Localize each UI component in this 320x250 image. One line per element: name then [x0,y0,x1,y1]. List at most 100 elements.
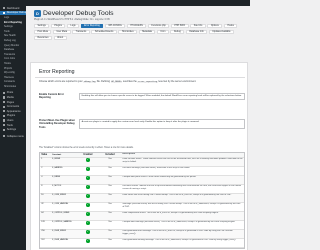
protect-mu-plugin-row: Protect Must-Use Plugin when Uninstallin… [39,119,245,129]
posts-icon [3,91,6,95]
intro-text: Choose which errors are reported to your [39,80,83,83]
table-row[interactable]: 1 E_ERROR ✓ Yes Fatal run-time errors. These… [40,157,244,167]
tab-debug[interactable]: Debug [170,29,185,35]
collapse-menu-icon [3,135,6,138]
enable-custom-error-row: Enable Custom Error Reporting Enabling t… [39,93,245,100]
tab-metadata[interactable]: Metadata [138,29,156,35]
tab-hooks[interactable]: Hooks [223,24,238,29]
protect-mu-plugin-toggle[interactable]: A must-use plugin is created to apply th… [79,119,245,129]
tab-site-info[interactable]: Site Info [190,24,206,29]
tab-updates-available[interactable]: Updates Available [208,29,235,35]
sidebar-item-label: Pages [6,100,15,104]
sidebar-item-label: Comments [6,105,20,109]
table-row[interactable]: 32 E_CORE_WARNING ✓ Yes Warnings (non-fatal … [40,203,244,212]
appearance-icon [3,110,6,113]
sidebar-item-label: Constants [4,80,15,84]
sidebar-item-label: Users [6,119,14,123]
admin-sidebar: DashboardDeveloper Debug ToolsLogsError … [0,6,26,250]
cell-enabled: ✓ [77,230,99,238]
cell-value: 8 [41,185,43,188]
tab-functions-php[interactable]: Functions.php [147,24,170,29]
cell-constant: E_PARSE [52,176,61,179]
cell-included: Yes [108,185,112,188]
sidebar-item-label: Posts [6,91,14,95]
cell-constant: E_USER_WARNING [52,239,69,242]
sidebar-item-label: Database [4,48,15,52]
cell-enabled: ✓ [77,194,99,202]
tab-plugins[interactable]: Plugins [50,24,66,29]
cell-included: Yes [108,239,112,242]
cell-included: Yes [108,230,112,233]
table-row[interactable]: 512 E_USER_WARNING ✓ Yes User-generated warn… [40,239,244,248]
cell-constant: E_USER_ERROR [52,230,66,233]
cell-description: Fatal errors that occur during PHP's ini… [122,194,232,197]
intro-code: debug.log [83,81,97,83]
section-intro: Choose which errors are reported to your… [39,80,196,83]
table-note: The "Enabled" column shows the error lev… [39,147,134,149]
table-row[interactable]: 64 E_COMPILE_ERROR ✓ Yes Fatal compile-time … [40,211,244,221]
tab-user-meta[interactable]: User Meta [52,29,71,35]
tab-shortcodes[interactable]: Shortcodes [118,29,138,35]
cell-description: Compile-time warnings (non-fatal errors)… [122,221,236,224]
table-row[interactable]: 16 E_CORE_ERROR ✓ Yes Fatal errors that occu… [40,193,244,203]
enable-custom-error-toggle[interactable]: Enabling this will allow you to choose s… [79,93,245,100]
cell-enabled: ✓ [77,239,99,247]
tab-transients[interactable]: Transients [72,29,90,35]
cell-description: Warnings (non-fatal errors) that occur d… [122,203,241,208]
sidebar-item-collapse-menu[interactable]: Collapse menu [0,134,26,139]
cell-included: Yes [108,221,112,224]
sidebar-item-label: Query Monitor [4,43,20,47]
cell-constant: E_CORE_ERROR [52,194,66,197]
plugin-meta: Plugin v1.0 • WordPress 6.5 • PHP 8.1 • … [34,19,110,21]
sidebar-item-label: Plugins [6,114,16,118]
cell-constant: E_WARNING [52,167,63,170]
tab-scheduled-events[interactable]: Scheduled Events [91,29,117,35]
table-row[interactable]: 4 E_PARSE ✓ Yes Compile-time parse errors. P… [40,175,244,185]
sidebar-item-label: Wp-config [4,71,15,75]
table-row[interactable]: 8 E_NOTICE ✓ Yes Run-time notices. Indicate … [40,185,244,194]
plugins-icon [3,114,6,118]
tab-logs[interactable]: Logs [67,24,80,29]
tab-post-meta[interactable]: Post Meta [34,29,52,35]
sidebar-item-label: Collapse menu [6,134,24,138]
sidebar-item-label: Appearance [6,109,21,113]
sidebar-item-label: Tools [6,123,13,127]
tab-database-info[interactable]: Database Info [185,29,208,35]
media-icon [3,96,6,99]
column-header-included: Included [105,153,115,156]
cell-value: 64 [41,212,44,215]
cell-included: Yes [108,158,112,161]
error-levels-table: Value Constant Enabled Included Description … [39,152,245,249]
protect-mu-plugin-label: Protect Must-Use Plugin when Uninstallin… [39,119,75,129]
developer-debug-tools-icon [3,11,6,14]
cell-value: 2 [41,167,43,170]
tab-settings[interactable]: Settings [34,24,50,29]
sidebar-item-label: Tools [4,29,10,33]
tab-options[interactable]: Options [207,24,223,29]
cell-value: 1 [41,158,43,161]
tab-cron[interactable]: Cron [156,29,169,35]
sidebar-item-label: Site Health [4,34,16,38]
table-row[interactable]: 2 E_WARNING ✓ Yes Run-time warnings (non-fat… [40,167,244,176]
column-header-constant: Constant [52,153,62,156]
tab-htaccess[interactable]: HTACCESS [126,24,147,29]
page-header: D Developer Debug Tools [34,10,114,17]
pages-icon [3,101,6,104]
tab-php-info[interactable]: PHP INFO [170,24,189,29]
cell-enabled: ✓ [77,158,99,166]
cell-value: 16 [41,194,44,197]
cell-included: Yes [108,176,112,179]
table-row[interactable]: 128 E_COMPILE_WARNING ✓ Yes Compile-time war… [40,221,244,230]
cell-included: Yes [108,212,112,215]
comments-icon [3,105,6,108]
tab-error-reporting[interactable]: Error Reporting [80,24,104,29]
cell-description: Fatal compile-time errors. This is like … [122,212,219,215]
cell-value: 32 [41,203,44,206]
tab-about[interactable]: About [53,35,67,41]
cell-value: 128 [41,221,45,224]
column-header-description: Description [122,153,136,156]
cell-enabled: ✓ [77,203,99,211]
tab-wp-config[interactable]: WP-CONFIG [104,24,126,29]
tab-resources[interactable]: Resources [34,35,52,41]
table-row[interactable]: 256 E_USER_ERROR ✓ Yes User-generated error … [40,229,244,239]
